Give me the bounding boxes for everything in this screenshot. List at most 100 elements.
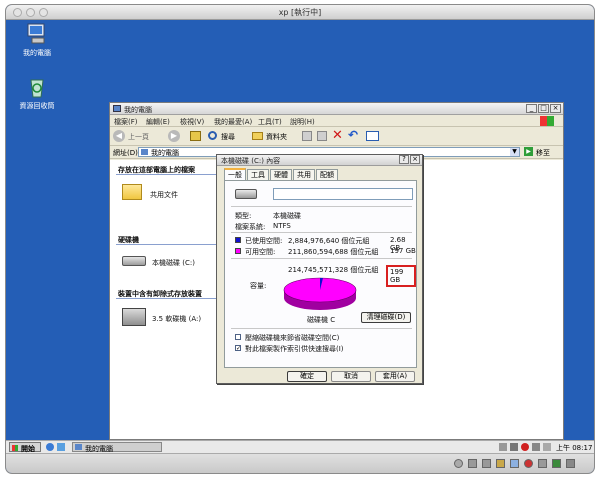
search-button[interactable]: 搜尋 — [208, 130, 246, 143]
menu-help[interactable]: 說明(H) — [290, 117, 315, 127]
display-icon[interactable] — [510, 459, 519, 468]
explorer-menubar: 檔案(F) 編輯(E) 檢視(V) 我的最愛(A) 工具(T) 說明(H) — [110, 115, 563, 127]
tray-icon[interactable] — [510, 443, 518, 451]
divider — [231, 232, 412, 233]
tray-icon[interactable] — [543, 443, 551, 451]
tray-icon[interactable] — [532, 443, 540, 451]
properties-dialog: 本機磁碟 (C:) 內容 ? × 一般 工具 硬體 共用 配額 類型: 本機磁碟… — [216, 154, 423, 384]
move-to-icon[interactable] — [302, 131, 312, 141]
folder-share-icon[interactable] — [496, 459, 505, 468]
general-tab-panel: 類型: 本機磁碟 檔案系統: NTFS 已使用空間: 2,884,976,640… — [224, 180, 417, 368]
maximize-button[interactable]: □ — [538, 104, 549, 113]
menu-favorites[interactable]: 我的最愛(A) — [214, 117, 252, 127]
desktop-icon-my-computer[interactable]: 我的電腦 — [13, 22, 61, 58]
undo-icon[interactable]: ↶ — [348, 128, 358, 142]
capacity-gb: 199 GB — [386, 265, 416, 287]
used-space-bytes: 2,884,976,640 個位元組 — [288, 237, 370, 245]
mouse-capture-icon[interactable] — [566, 459, 575, 468]
cancel-button[interactable]: 取消 — [331, 371, 371, 382]
tray-icon[interactable] — [521, 443, 529, 451]
help-button[interactable]: ? — [399, 155, 409, 164]
explorer-title: 我的電腦 — [124, 106, 152, 114]
ie-icon[interactable] — [46, 443, 54, 451]
type-value: 本機磁碟 — [273, 212, 301, 220]
folder-up-icon[interactable] — [190, 131, 201, 141]
free-space-swatch — [235, 248, 241, 254]
views-icon[interactable] — [366, 131, 379, 141]
show-desktop-icon[interactable] — [57, 443, 65, 451]
close-button[interactable]: × — [550, 104, 561, 113]
menu-edit[interactable]: 編輯(E) — [146, 117, 170, 127]
folders-label: 資料夾 — [266, 133, 287, 141]
shared-documents-item[interactable]: 共用文件 — [122, 182, 212, 206]
menu-file[interactable]: 檔案(F) — [114, 117, 138, 127]
compress-label: 壓縮磁碟機來節省磁碟空間(C) — [245, 334, 340, 342]
folders-button[interactable]: 資料夾 — [252, 130, 292, 143]
dialog-title: 本機磁碟 (C:) 內容 — [221, 157, 281, 165]
file-list: 存放在這部電腦上的檔案 共用文件 硬碟機 本機磁碟 (C:) 裝置中含有卸除式存… — [110, 160, 218, 439]
menu-view[interactable]: 檢視(V) — [180, 117, 204, 127]
windows-logo-icon — [540, 116, 554, 126]
free-space-label: 可用空間: — [245, 248, 276, 256]
index-label: 對此檔案製作索引供快速搜尋(I) — [245, 345, 344, 353]
divider — [231, 258, 412, 259]
disk-cleanup-button[interactable]: 清理磁碟(D) — [361, 312, 411, 323]
close-button[interactable]: × — [410, 155, 420, 164]
copy-to-icon[interactable] — [317, 131, 327, 141]
floppy-drive-icon — [122, 308, 146, 326]
keyboard-capture-icon[interactable] — [552, 459, 561, 468]
divider — [116, 244, 216, 245]
divider — [116, 298, 216, 299]
hard-disk-icon — [235, 189, 257, 199]
windows-logo-icon — [12, 445, 18, 451]
cd-icon[interactable] — [454, 459, 463, 468]
go-label: 移至 — [536, 149, 550, 157]
record-icon[interactable] — [524, 459, 533, 468]
local-disk-c-item[interactable]: 本機磁碟 (C:) — [122, 252, 217, 274]
type-label: 類型: — [235, 212, 252, 220]
volume-name-input[interactable] — [273, 188, 413, 200]
usb-icon[interactable] — [468, 459, 477, 468]
tray-icon[interactable] — [499, 443, 507, 451]
address-value: 我的電腦 — [151, 149, 179, 157]
capacity-label: 容量: — [250, 282, 267, 290]
index-checkbox[interactable]: ✓ — [235, 345, 241, 352]
floppy-drive-item[interactable]: 3.5 軟碟機 (A:) — [122, 306, 217, 330]
start-button[interactable]: 開始 — [9, 442, 41, 453]
go-button[interactable]: ▶ 移至 — [524, 147, 560, 157]
drive-label: 磁碟機 C — [307, 316, 336, 324]
xp-taskbar: 開始 我的電腦 上午 08:17 — [6, 440, 594, 453]
back-button[interactable]: ◀ 上一頁 — [113, 130, 163, 143]
desktop-icon-recycle-bin[interactable]: 資源回收筒 — [13, 75, 61, 111]
taskbar-item-my-computer[interactable]: 我的電腦 — [72, 442, 162, 453]
computer-icon — [113, 105, 121, 112]
hard-disk-icon — [122, 256, 146, 266]
network-icon[interactable] — [482, 459, 491, 468]
filesystem-label: 檔案系統: — [235, 223, 266, 231]
computer-icon — [25, 22, 49, 46]
divider — [116, 174, 216, 175]
filesystem-value: NTFS — [273, 222, 291, 230]
desktop-icon-label: 我的電腦 — [23, 49, 51, 57]
audio-icon[interactable] — [538, 459, 547, 468]
go-arrow-icon: ▶ — [524, 147, 533, 156]
chevron-down-icon[interactable]: ▼ — [510, 148, 519, 156]
host-title: xp [執行中] — [278, 8, 322, 17]
desktop-icon-label: 資源回收筒 — [19, 102, 55, 110]
delete-icon[interactable]: ✕ — [332, 128, 343, 143]
recycle-bin-icon — [25, 75, 49, 99]
explorer-titlebar: 我的電腦 _ □ × — [110, 103, 563, 115]
minimize-button[interactable]: _ — [526, 104, 537, 113]
search-icon — [208, 131, 217, 140]
forward-arrow-icon[interactable]: ▶ — [168, 130, 180, 142]
vm-status-bar — [6, 453, 594, 473]
used-space-swatch — [235, 237, 241, 243]
capacity-bytes: 214,745,571,328 個位元組 — [288, 266, 379, 274]
apply-button[interactable]: 套用(A) — [375, 371, 415, 382]
compress-checkbox[interactable] — [235, 334, 241, 340]
floppy-drive-label: 3.5 軟碟機 (A:) — [152, 315, 202, 323]
divider — [231, 206, 412, 207]
ok-button[interactable]: 確定 — [287, 371, 327, 382]
computer-icon — [75, 444, 82, 450]
menu-tools[interactable]: 工具(T) — [258, 117, 282, 127]
